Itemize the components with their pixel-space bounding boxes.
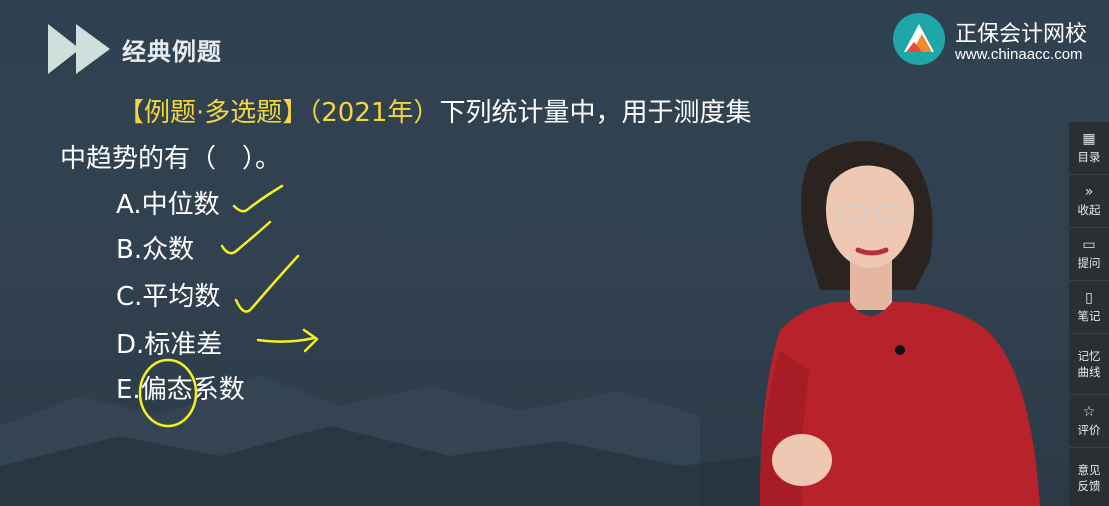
toolbar-notes[interactable]: ▯ 笔记 xyxy=(1069,281,1109,334)
note-icon: ▯ xyxy=(1085,290,1093,306)
circle-e xyxy=(138,358,198,428)
toolbar-memory-label-2: 曲线 xyxy=(1077,365,1101,379)
toolbar-rate-label: 评价 xyxy=(1077,423,1101,437)
toolbar-collapse-label: 收起 xyxy=(1077,203,1101,217)
brand-logo-icon xyxy=(893,13,945,65)
toolbar-feedback-label-2: 反馈 xyxy=(1077,479,1101,493)
toolbar-ask-label: 提问 xyxy=(1077,256,1101,270)
toolbar-collapse[interactable]: » 收起 xyxy=(1069,175,1109,228)
toolbar-catalog-label: 目录 xyxy=(1077,150,1101,164)
chevrons-right-icon: » xyxy=(1084,184,1094,200)
brand-name: 正保会计网校 xyxy=(955,22,1088,47)
side-toolbar: ▦ 目录 » 收起 ▭ 提问 ▯ 笔记 记忆 曲线 ☆ 评价 意见 反馈 xyxy=(1069,122,1109,506)
toolbar-ask[interactable]: ▭ 提问 xyxy=(1069,228,1109,281)
arrow-d xyxy=(256,328,319,353)
brand-url: www.chinaacc.com xyxy=(955,46,1083,63)
star-icon: ☆ xyxy=(1082,404,1096,420)
toolbar-feedback[interactable]: 意见 反馈 xyxy=(1069,448,1109,506)
checkmark-a xyxy=(232,184,284,213)
toolbar-rate[interactable]: ☆ 评价 xyxy=(1069,395,1109,448)
toolbar-memory-curve[interactable]: 记忆 曲线 xyxy=(1069,334,1109,395)
toolbar-memory-label-1: 记忆 xyxy=(1077,349,1101,363)
video-frame: 经典例题 正保会计网校 www.chinaacc.com 【例题·多选题】（20… xyxy=(0,0,1109,506)
checkmark-c xyxy=(234,254,300,313)
toolbar-notes-label: 笔记 xyxy=(1077,309,1101,323)
toolbar-catalog[interactable]: ▦ 目录 xyxy=(1069,122,1109,175)
toolbar-feedback-label-1: 意见 xyxy=(1077,463,1101,477)
chat-icon: ▭ xyxy=(1082,237,1096,253)
checkmark-b xyxy=(220,220,272,255)
grid-icon: ▦ xyxy=(1082,131,1096,147)
presenter-video xyxy=(759,141,1040,506)
handwritten-annotations xyxy=(138,184,319,428)
